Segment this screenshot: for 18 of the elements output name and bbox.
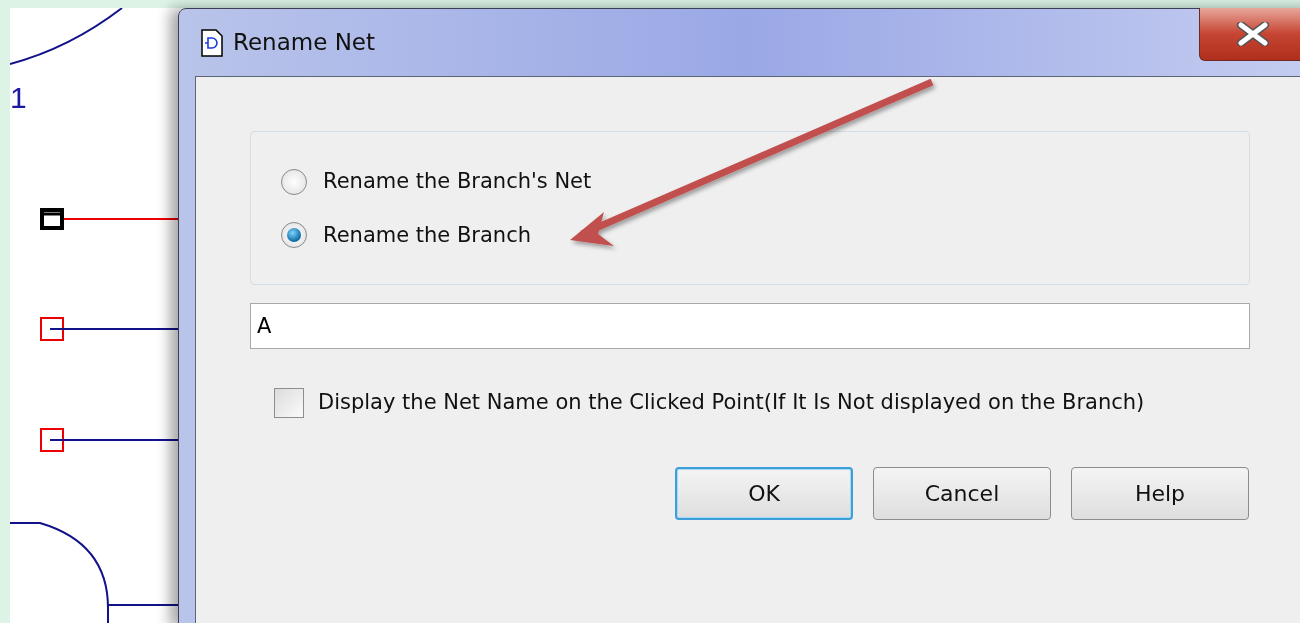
- pin-marker: [40, 428, 64, 452]
- pin-marker: [40, 317, 64, 341]
- dialog-button[interactable]: Cancel: [873, 466, 1051, 520]
- radio-button[interactable]: [281, 222, 307, 249]
- name-input-field[interactable]: A: [250, 303, 1250, 349]
- close-icon: [1236, 22, 1270, 46]
- close-button[interactable]: [1199, 8, 1300, 61]
- window-title: Rename Net: [233, 28, 375, 58]
- checkbox-label: Display the Net Name on the Clicked Point(If It Is Not displayed on the Branch): [318, 389, 1145, 416]
- document-icon: [201, 28, 223, 57]
- radio-label: Rename the Branch: [323, 221, 531, 249]
- dialog-button[interactable]: OK: [675, 466, 853, 520]
- pin-marker: [40, 208, 64, 230]
- pin-label: 1: [10, 81, 27, 114]
- radio-label: Rename the Branch's Net: [323, 168, 592, 195]
- radio-button[interactable]: [281, 168, 307, 195]
- checkbox[interactable]: [274, 387, 304, 418]
- dialog-button[interactable]: Help: [1071, 466, 1249, 520]
